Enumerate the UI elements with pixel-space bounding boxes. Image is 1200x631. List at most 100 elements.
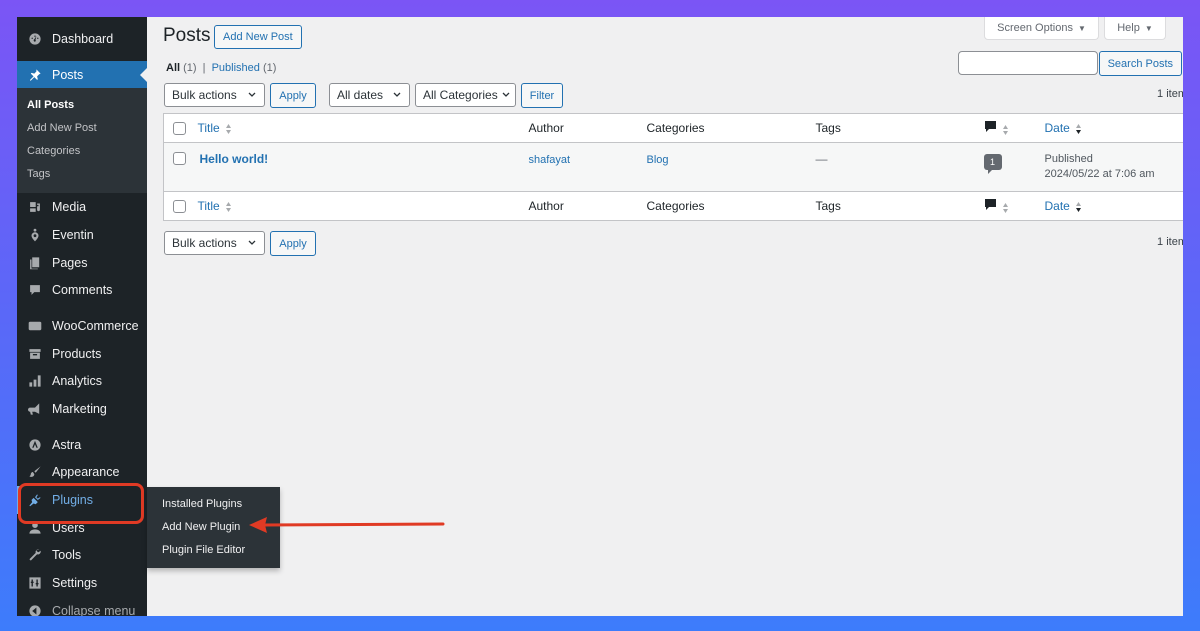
pin-icon [27, 67, 42, 82]
sidebar-item-analytics[interactable]: Analytics [17, 368, 147, 396]
woocommerce-icon [27, 318, 42, 333]
chevron-down-icon [248, 240, 256, 245]
column-title-sort[interactable]: Title [198, 121, 220, 135]
filter-separator: | [202, 62, 206, 74]
row-checkbox[interactable] [173, 152, 186, 165]
bulk-actions-select-bottom[interactable]: Bulk actions [164, 231, 265, 255]
bulk-actions-value: Bulk actions [172, 88, 237, 102]
submenu-all-posts[interactable]: All Posts [17, 94, 147, 117]
sidebar-item-plugins[interactable]: Plugins [17, 486, 147, 514]
post-title-link[interactable]: Hello world! [200, 152, 269, 166]
column-comments-sort[interactable] [984, 121, 1009, 136]
sidebar-label: Media [52, 200, 87, 215]
submenu-categories[interactable]: Categories [17, 140, 147, 163]
post-category-link[interactable]: Blog [647, 154, 669, 166]
select-all-checkbox[interactable] [173, 122, 186, 136]
column-categories: Categories [646, 121, 705, 135]
comment-count-badge[interactable]: 1 [983, 154, 1002, 174]
bulk-actions-value: Bulk actions [172, 236, 237, 250]
sidebar-label: Marketing [52, 402, 107, 417]
sidebar-label: Eventin [52, 227, 94, 242]
comment-bubble-icon [984, 199, 996, 210]
megaphone-icon [27, 402, 42, 417]
column-date-sort-footer[interactable]: Date [1045, 199, 1070, 213]
sidebar-item-dashboard[interactable]: Dashboard [17, 25, 147, 53]
admin-sidebar: Dashboard Posts All Posts Add New Post C… [17, 17, 147, 616]
sidebar-item-marketing[interactable]: Marketing [17, 395, 147, 423]
column-date-sort[interactable]: Date [1045, 121, 1070, 135]
sort-arrows-icon [225, 201, 231, 212]
dashboard-icon [27, 31, 42, 46]
sidebar-label: Analytics [52, 374, 103, 389]
wp-admin-window: Dashboard Posts All Posts Add New Post C… [17, 17, 1183, 616]
items-count-top: 1 item [1157, 88, 1183, 100]
astra-icon [27, 437, 42, 452]
column-tags-footer: Tags [815, 199, 841, 213]
screen-options-button[interactable]: Screen Options ▼ [984, 17, 1099, 40]
column-categories-footer: Categories [646, 199, 705, 213]
sidebar-label: Comments [52, 283, 113, 298]
posts-table: Title Author Categories Tags Date Hello … [163, 113, 1183, 221]
sidebar-label: Dashboard [52, 31, 114, 46]
sidebar-label: Plugins [52, 493, 93, 508]
caret-down-icon: ▼ [1077, 23, 1086, 33]
sidebar-item-woocommerce[interactable]: WooCommerce [17, 312, 147, 340]
sidebar-item-appearance[interactable]: Appearance [17, 459, 147, 487]
search-posts-input[interactable] [958, 51, 1098, 75]
sidebar-label: Settings [52, 576, 98, 591]
screen-options-label: Screen Options [997, 22, 1073, 34]
post-status: Published [1044, 153, 1093, 165]
submenu-tags[interactable]: Tags [17, 163, 147, 186]
posts-page: Posts Add New Post Screen Options ▼ Help ▼… [163, 17, 1183, 616]
post-author-link[interactable]: shafayat [529, 154, 571, 166]
users-icon [27, 520, 42, 535]
post-date: 2024/05/22 at 7:06 am [1044, 168, 1155, 180]
dates-select[interactable]: All dates [329, 83, 410, 107]
sidebar-label: WooCommerce [52, 318, 139, 333]
post-tags: — [815, 152, 828, 166]
help-button[interactable]: Help ▼ [1104, 17, 1166, 40]
column-title-sort-footer[interactable]: Title [198, 199, 220, 213]
filter-button[interactable]: Filter [521, 83, 563, 108]
pages-icon [27, 255, 42, 270]
sidebar-item-comments[interactable]: Comments [17, 276, 147, 304]
page-title: Posts [163, 25, 211, 46]
sidebar-item-posts[interactable]: Posts [17, 60, 147, 89]
select-all-checkbox-footer[interactable] [173, 200, 186, 214]
plug-icon [27, 493, 42, 508]
items-count-bottom: 1 item [1157, 236, 1183, 248]
search-posts-button[interactable]: Search Posts [1098, 51, 1182, 76]
apply-button-bottom[interactable]: Apply [270, 231, 316, 256]
sidebar-item-tools[interactable]: Tools [17, 542, 147, 570]
sidebar-item-users[interactable]: Users [17, 514, 147, 542]
sidebar-label: Posts [52, 67, 84, 82]
sidebar-item-settings[interactable]: Settings [17, 569, 147, 597]
submenu-add-new-post[interactable]: Add New Post [17, 117, 147, 140]
bulk-actions-select-top[interactable]: Bulk actions [164, 83, 265, 107]
sidebar-item-products[interactable]: Products [17, 340, 147, 368]
add-new-post-button[interactable]: Add New Post [214, 25, 302, 49]
categories-select[interactable]: All Categories [415, 83, 516, 107]
sidebar-item-pages[interactable]: Pages [17, 249, 147, 277]
comment-bubble-icon [984, 121, 996, 132]
apply-button-top[interactable]: Apply [270, 83, 316, 108]
sort-arrows-icon [225, 123, 231, 134]
settings-icon [27, 576, 42, 591]
filter-published[interactable]: Published [212, 62, 260, 74]
sidebar-label: Products [52, 346, 102, 361]
eventin-icon [27, 227, 42, 242]
column-author-footer: Author [528, 199, 564, 213]
posts-submenu: All Posts Add New Post Categories Tags [17, 88, 147, 194]
filter-all-count: (1) [183, 62, 197, 74]
sort-arrows-icon [1075, 201, 1081, 212]
column-comments-sort-footer[interactable] [984, 199, 1009, 214]
chevron-down-icon [248, 92, 256, 97]
sidebar-item-collapse[interactable]: Collapse menu [17, 597, 147, 616]
sidebar-label: Astra [52, 437, 82, 452]
sidebar-item-eventin[interactable]: Eventin [17, 221, 147, 249]
column-author: Author [528, 121, 564, 135]
sidebar-item-media[interactable]: Media [17, 193, 147, 221]
filter-all[interactable]: All [166, 62, 180, 74]
archive-icon [27, 346, 42, 361]
sidebar-item-astra[interactable]: Astra [17, 431, 147, 459]
